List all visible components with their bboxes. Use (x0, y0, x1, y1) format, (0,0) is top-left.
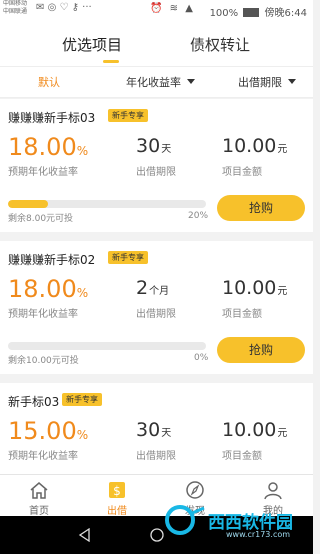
amount-value: 10.00 (222, 277, 277, 299)
compass-icon (186, 481, 204, 499)
battery-icon (243, 8, 260, 17)
wechat-icon: ◎ (47, 2, 57, 13)
amount-caption: 项目金额 (222, 451, 262, 462)
progress-fill (8, 200, 48, 208)
project-amount: 10.00元 (222, 419, 287, 441)
newbie-badge: 新手专享 (62, 393, 102, 406)
product-card[interactable]: 赚赚赚新手标02 新手专享 18.00% 2个月 10.00元 预期年化收益率 … (0, 241, 313, 374)
more-icon: ··· (82, 2, 92, 13)
product-name: 赚赚赚新手标02 (8, 253, 96, 267)
rate-caption: 预期年化收益率 (8, 451, 78, 462)
term-unit: 天 (161, 144, 172, 155)
filter-loan-term[interactable]: 出借期限 (238, 74, 296, 90)
term-caption: 出借期限 (136, 451, 176, 462)
carrier-info: 中国移动 中国联通 (3, 0, 27, 16)
home-icon (30, 482, 48, 499)
product-name: 新手标03 (8, 395, 60, 409)
nav-home-label: 首页 (29, 506, 49, 517)
expected-annual-rate: 15.00% (8, 417, 88, 445)
buy-button[interactable]: 抢购 (217, 195, 305, 221)
mail-icon: ✉ (36, 2, 45, 13)
amount-unit: 元 (277, 428, 288, 439)
carrier-line-1: 中国移动 (3, 0, 28, 7)
amount-value: 10.00 (222, 135, 277, 157)
nav-home[interactable]: 首页 (0, 475, 78, 517)
rate-value: 18.00 (8, 275, 77, 303)
loan-term: 30天 (136, 419, 171, 441)
clock: 傍晚6:44 (264, 8, 307, 19)
newbie-badge: 新手专享 (108, 251, 148, 264)
signal-icon: ▲ (185, 3, 195, 14)
money-icon: $ (109, 482, 125, 498)
amount-value: 10.00 (222, 419, 277, 441)
active-tab-indicator (103, 60, 119, 63)
remaining-amount: 剩余8.00元可投 (8, 214, 74, 224)
nav-lend-label: 出借 (107, 506, 127, 517)
loan-term: 30天 (136, 135, 171, 157)
term-caption: 出借期限 (136, 167, 176, 178)
project-amount: 10.00元 (222, 135, 287, 157)
product-card[interactable]: 赚赚赚新手标03 新手专享 18.00% 30天 10.00元 预期年化收益率 … (0, 99, 313, 232)
rate-value: 15.00 (8, 417, 77, 445)
alarm-icon: ⏰ (150, 3, 165, 14)
caret-down-icon (288, 79, 296, 84)
watermark: 西西软件园 www.cr173.com (150, 500, 310, 540)
tab-debt-transfer[interactable]: 债权转让 (190, 34, 250, 55)
wifi-icon: ≋ (169, 3, 181, 14)
term-value: 30 (136, 135, 161, 157)
amount-caption: 项目金额 (222, 309, 262, 320)
term-value: 30 (136, 419, 161, 441)
buy-button[interactable]: 抢购 (217, 337, 305, 363)
product-name: 赚赚赚新手标03 (8, 111, 96, 125)
top-tabs: 优选项目 债权转让 (0, 20, 313, 67)
carrier-line-2: 中国联通 (3, 8, 28, 15)
term-value: 2 (136, 277, 149, 299)
filter-annual-rate-label: 年化收益率 (126, 76, 181, 89)
filter-annual-rate[interactable]: 年化收益率 (126, 74, 195, 90)
amount-unit: 元 (277, 286, 288, 297)
key-icon: ⚷ (71, 2, 79, 13)
rate-caption: 预期年化收益率 (8, 167, 78, 178)
watermark-logo-icon (165, 505, 205, 535)
heart-icon: ♡ (59, 2, 69, 13)
product-card[interactable]: 新手标03 新手专享 15.00% 30天 10.00元 预期年化收益率 出借期… (0, 383, 313, 474)
rate-unit: % (76, 144, 89, 158)
loan-term: 2个月 (136, 277, 169, 299)
nav-lend[interactable]: $ 出借 (78, 475, 156, 517)
filter-default[interactable]: 默认 (38, 74, 60, 90)
progress-percent: 0% (194, 353, 209, 363)
expected-annual-rate: 18.00% (8, 275, 88, 303)
battery-percent: 100% (209, 8, 239, 19)
watermark-url: www.cr173.com (226, 530, 291, 539)
rate-unit: % (76, 428, 89, 442)
remaining-amount: 剩余10.00元可投 (8, 356, 79, 366)
tab-featured-projects[interactable]: 优选项目 (62, 34, 122, 55)
project-amount: 10.00元 (222, 277, 287, 299)
expected-annual-rate: 18.00% (8, 133, 88, 161)
notification-icons: ✉ ◎ ♡ ⚷ ··· (36, 2, 92, 13)
svg-text:$: $ (113, 484, 121, 498)
filter-default-label: 默认 (38, 76, 60, 89)
rate-unit: % (76, 286, 89, 300)
progress-percent: 20% (188, 211, 209, 221)
amount-caption: 项目金额 (222, 167, 262, 178)
back-icon[interactable] (78, 528, 92, 542)
term-unit: 个月 (149, 286, 170, 297)
rate-caption: 预期年化收益率 (8, 309, 78, 320)
term-caption: 出借期限 (136, 309, 176, 320)
status-bar: 中国移动 中国联通 ✉ ◎ ♡ ⚷ ··· ⏰ ≋ ▲ 100% 傍晚6:44 (0, 0, 313, 20)
sort-filter-bar: 默认 年化收益率 出借期限 (0, 67, 313, 98)
progress-bar (8, 200, 206, 208)
progress-bar (8, 342, 206, 350)
newbie-badge: 新手专享 (108, 109, 148, 122)
status-right: 100% 傍晚6:44 (210, 4, 307, 19)
term-unit: 天 (161, 428, 172, 439)
caret-down-icon (187, 79, 195, 84)
filter-loan-term-label: 出借期限 (238, 76, 282, 89)
user-icon (264, 482, 282, 500)
rate-value: 18.00 (8, 133, 77, 161)
amount-unit: 元 (277, 144, 288, 155)
system-icons: ⏰ ≋ ▲ (150, 3, 195, 14)
